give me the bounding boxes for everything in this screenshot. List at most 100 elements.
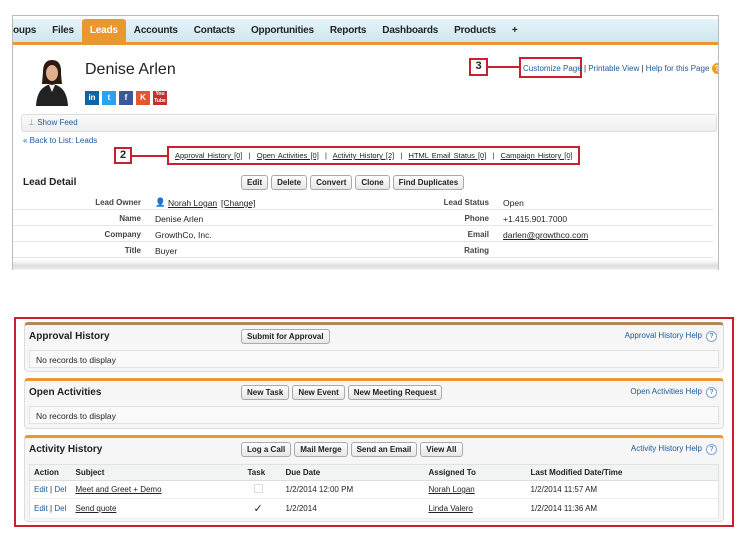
email-link[interactable]: darlen@growthco.com: [503, 230, 588, 240]
help-icon[interactable]: ?: [706, 444, 717, 455]
section-title: Activity History: [29, 444, 103, 455]
tab-bar: oups Files Leads Accounts Contacts Oppor…: [13, 19, 718, 45]
twitter-icon[interactable]: t: [102, 91, 116, 105]
lead-page-screenshot: oups Files Leads Accounts Contacts Oppor…: [12, 15, 719, 270]
linkedin-icon[interactable]: in: [85, 91, 99, 105]
field-row: Company GrowthCo, Inc. Email darlen@grow…: [13, 226, 713, 242]
assigned-to-link[interactable]: Norah Logan: [429, 485, 475, 494]
callout-3: 3: [469, 58, 488, 76]
assigned-to-link[interactable]: Linda Valero: [429, 504, 473, 513]
youtube-icon[interactable]: You Tube: [153, 91, 167, 105]
link-activity-history[interactable]: Activity History [2]: [333, 151, 395, 160]
field-label: Rating: [464, 246, 489, 255]
tab-accounts[interactable]: Accounts: [126, 19, 186, 42]
field-label: Email: [467, 230, 489, 239]
delete-button[interactable]: Delete: [271, 175, 308, 190]
mail-merge-button[interactable]: Mail Merge: [294, 442, 348, 457]
due-date: 1/2/2014: [281, 498, 425, 519]
help-page-link[interactable]: Help for this Page: [646, 64, 710, 73]
new-task-button[interactable]: New Task: [241, 385, 290, 400]
send-email-button[interactable]: Send an Email: [350, 442, 418, 457]
link-open-activities[interactable]: Open Activities [0]: [257, 151, 319, 160]
new-meeting-request-button[interactable]: New Meeting Request: [347, 385, 443, 400]
show-feed-button[interactable]: ⊥ Show Feed: [28, 118, 78, 127]
delete-link[interactable]: Del: [54, 504, 66, 513]
field-label: Title: [124, 246, 141, 255]
approval-history-section: Approval History Submit for Approval App…: [24, 322, 724, 372]
section-title: Approval History: [29, 331, 110, 342]
help-icon[interactable]: ?: [706, 331, 717, 342]
field-label: Phone: [464, 214, 489, 223]
add-tab-button[interactable]: +: [504, 19, 526, 42]
last-modified: 1/2/2014 11:36 AM: [526, 498, 719, 519]
find-duplicates-button[interactable]: Find Duplicates: [392, 175, 465, 190]
edit-button[interactable]: Edit: [241, 175, 269, 190]
link-campaign-history[interactable]: Campaign History [0]: [501, 151, 573, 160]
field-row: Name Denise Arlen Phone +1.415.901.7000: [13, 210, 713, 226]
edit-link[interactable]: Edit: [34, 485, 48, 494]
empty-message: No records to display: [29, 350, 719, 368]
tab-products[interactable]: Products: [446, 19, 504, 42]
approval-history-help-link[interactable]: Approval History Help: [625, 331, 702, 340]
lead-owner-link[interactable]: Norah Logan: [168, 198, 217, 208]
help-icon[interactable]: ?: [706, 387, 717, 398]
field-value: GrowthCo, Inc.: [155, 230, 212, 240]
feed-icon: ⊥: [28, 118, 35, 127]
related-lists-highlight: 1 Approval History Submit for Approval A…: [14, 317, 734, 527]
task-checkbox: [253, 484, 263, 493]
due-date: 1/2/2014 12:00 PM: [281, 480, 425, 499]
separator: |: [583, 64, 587, 73]
link-approval-history[interactable]: Approval History [0]: [175, 151, 242, 160]
lead-name: Denise Arlen: [85, 61, 176, 78]
tab-reports[interactable]: Reports: [322, 19, 374, 42]
change-owner-link[interactable]: [Change]: [221, 198, 256, 208]
open-activities-section: Open Activities New Task New Event New Mee…: [24, 378, 724, 429]
tab-groups[interactable]: oups: [13, 19, 44, 42]
facebook-icon[interactable]: f: [119, 91, 133, 105]
column-header: Subject: [71, 464, 244, 481]
lead-avatar: [36, 60, 68, 106]
activity-history-help-link[interactable]: Activity History Help: [631, 444, 702, 453]
page-links: Customize Page | Printable View | Help f…: [523, 63, 718, 74]
subject-link[interactable]: Send quote: [76, 504, 117, 513]
help-icon[interactable]: ?: [711, 63, 718, 74]
edit-link[interactable]: Edit: [34, 504, 48, 513]
column-header: Action: [29, 464, 72, 481]
log-a-call-button[interactable]: Log a Call: [241, 442, 292, 457]
table-row: Edit | Del Meet and Greet + Demo 1/2/201…: [29, 480, 719, 499]
field-value: Denise Arlen: [155, 214, 204, 224]
open-activities-help-link[interactable]: Open Activities Help: [630, 387, 702, 396]
tab-files[interactable]: Files: [44, 19, 82, 42]
field-label: Name: [119, 214, 141, 223]
task-checked-icon: ✓: [253, 503, 263, 515]
section-title: Open Activities: [29, 387, 102, 398]
activity-history-section: Activity History Log a Call Mail Merge Sen…: [24, 435, 724, 522]
tab-leads[interactable]: Leads: [81, 19, 126, 42]
printable-view-link[interactable]: Printable View: [588, 64, 639, 73]
klout-icon[interactable]: K: [136, 91, 150, 105]
link-html-email-status[interactable]: HTML Email Status [0]: [409, 151, 487, 160]
tab-dashboards[interactable]: Dashboards: [374, 19, 446, 42]
customize-page-link[interactable]: Customize Page: [523, 64, 582, 73]
new-event-button[interactable]: New Event: [292, 385, 345, 400]
field-value: Buyer: [155, 246, 178, 256]
back-to-list-link[interactable]: « Back to List: Leads: [23, 136, 97, 145]
column-header: Assigned To: [424, 464, 527, 481]
delete-link[interactable]: Del: [54, 485, 66, 494]
subject-link[interactable]: Meet and Greet + Demo: [76, 485, 162, 494]
tab-opportunities[interactable]: Opportunities: [243, 19, 322, 42]
callout-2: 2: [114, 147, 132, 164]
view-all-button[interactable]: View All: [420, 442, 463, 457]
owner-icon: 👤: [155, 197, 166, 207]
show-feed-label: Show Feed: [37, 118, 78, 127]
column-header: Due Date: [281, 464, 425, 481]
activity-history-table: Action Subject Task Due Date Assigned To…: [29, 464, 719, 519]
submit-for-approval-button[interactable]: Submit for Approval: [241, 329, 330, 344]
fade-overlay: [13, 260, 718, 270]
tab-contacts[interactable]: Contacts: [186, 19, 243, 42]
clone-button[interactable]: Clone: [355, 175, 390, 190]
callout-line: [132, 155, 167, 157]
callout-line: [488, 66, 520, 68]
field-label: Company: [104, 230, 141, 239]
convert-button[interactable]: Convert: [310, 175, 353, 190]
